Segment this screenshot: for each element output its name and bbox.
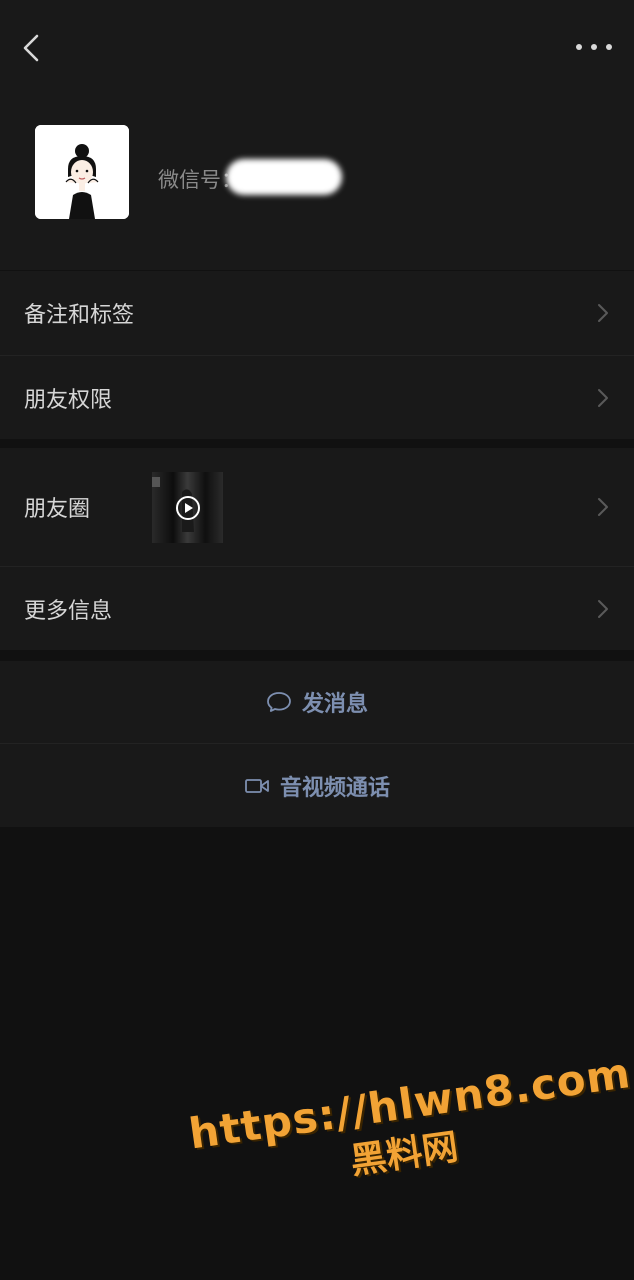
chevron-right-icon xyxy=(598,304,608,322)
moments-row[interactable]: 朋友圈 xyxy=(0,448,634,566)
back-button[interactable] xyxy=(16,30,52,66)
moments-thumbnail[interactable] xyxy=(152,472,223,543)
play-icon xyxy=(176,496,200,520)
more-info-row[interactable]: 更多信息 xyxy=(0,566,634,650)
watermark: https://hlwn8.com 黑料网 xyxy=(186,1048,634,1207)
redaction-blur xyxy=(226,159,342,195)
avatar[interactable] xyxy=(35,125,129,219)
row-label: 更多信息 xyxy=(24,598,113,624)
top-bar xyxy=(0,0,634,96)
video-camera-icon xyxy=(245,778,269,793)
action-buttons: 发消息 音视频通话 xyxy=(0,661,634,827)
send-message-button[interactable]: 发消息 xyxy=(0,661,634,743)
contact-profile-page: 微信号： 备注和标签 朋友权限 朋友圈 更多信息 发消息 音视频通话 https… xyxy=(0,0,634,1280)
video-call-button[interactable]: 音视频通话 xyxy=(0,743,634,827)
remark-and-tags-row[interactable]: 备注和标签 xyxy=(0,271,634,355)
send-message-label: 发消息 xyxy=(301,692,368,717)
settings-group-2: 朋友圈 更多信息 xyxy=(0,448,634,650)
friend-permissions-row[interactable]: 朋友权限 xyxy=(0,355,634,439)
row-label: 朋友权限 xyxy=(24,387,113,413)
chevron-left-icon xyxy=(23,34,39,62)
chat-bubble-icon xyxy=(267,692,291,712)
chevron-right-icon xyxy=(598,599,608,618)
video-call-label: 音视频通话 xyxy=(279,775,390,801)
more-dots-icon xyxy=(576,44,582,50)
row-label: 朋友圈 xyxy=(24,497,91,522)
row-label: 备注和标签 xyxy=(24,303,135,328)
chevron-right-icon xyxy=(598,498,608,516)
more-options-button[interactable] xyxy=(576,32,612,62)
profile-header: 微信号： xyxy=(0,96,634,270)
avatar-illustration xyxy=(35,125,129,219)
settings-group-1: 备注和标签 朋友权限 xyxy=(0,271,634,439)
chevron-right-icon xyxy=(598,388,608,407)
